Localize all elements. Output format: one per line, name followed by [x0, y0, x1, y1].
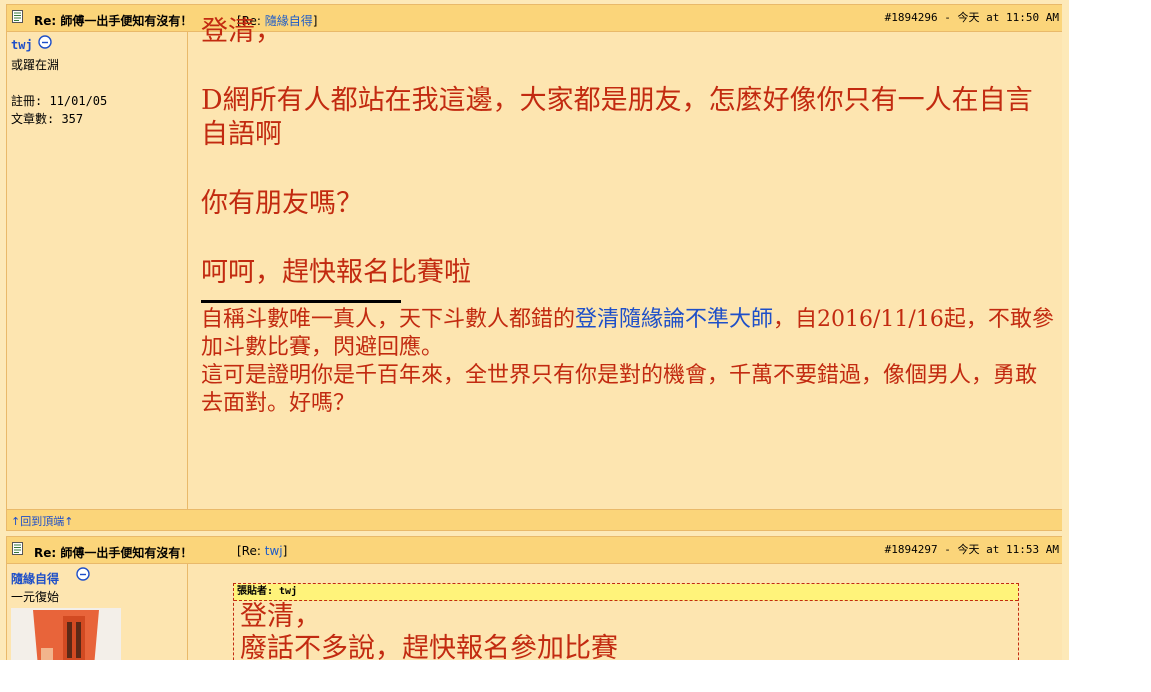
thread-view: Re: 師傅一出手便知有沒有！ [Re: 隨緣自得] #1894296 - 今天…: [0, 0, 1069, 660]
post-body: 登清， D網所有人都站在我這邊，大家都是朋友，怎麼好像你只有一人在自言自語啊 你…: [201, 15, 1056, 418]
post-title[interactable]: Re: 師傅一出手便知有沒有！: [34, 12, 192, 29]
online-status-icon: [38, 35, 52, 49]
quote-line: 廢話不多說，趕快報名參加比賽: [240, 633, 618, 660]
user-column: 隨緣自得 一元復始: [7, 564, 188, 660]
user-title: 一元復始: [11, 590, 60, 604]
user-registered: 註冊: 11/01/05: [11, 94, 108, 108]
post-title[interactable]: Re: 師傅一出手便知有沒有！: [34, 544, 192, 561]
post-doc-icon: [12, 10, 23, 23]
signature: 自稱斗數唯一真人，天下斗數人都錯的登清隨緣論不準大師，自2016/11/16起，…: [201, 307, 1054, 360]
reply-to-link[interactable]: twj: [265, 544, 283, 558]
post-doc-icon: [12, 542, 23, 555]
post-line: D網所有人都站在我這邊，大家都是朋友，怎麼好像你只有一人在自言自語啊: [201, 85, 1033, 150]
quote-header: 張貼者: twj: [234, 584, 1018, 601]
signature-line-2: 這可是證明你是千百年來，全世界只有你是對的機會，千萬不要錯過，像個男人，勇敢去面…: [201, 363, 1038, 416]
post-line: 呵呵，趕快報名比賽啦: [201, 257, 471, 288]
user-title: 或躍在淵: [11, 58, 60, 72]
reply-to: [Re: twj]: [237, 544, 288, 558]
user-post-count: 文章數: 357: [11, 112, 84, 126]
signature-link[interactable]: 登清隨緣論不準大師: [575, 307, 773, 332]
quote-line: 登清，: [240, 601, 321, 632]
signature-divider: [201, 300, 401, 303]
post-line: 登清，: [201, 16, 282, 47]
post-footer: ↑回到頂端↑: [7, 509, 1063, 530]
username-link[interactable]: twj: [11, 38, 33, 52]
post-line: 你有朋友嗎？: [201, 188, 363, 219]
post-1894297: Re: 師傅一出手便知有沒有！ [Re: twj] #1894297 - 今天 …: [6, 536, 1064, 660]
back-to-top-link[interactable]: ↑回到頂端↑: [11, 513, 73, 529]
online-status-icon: [76, 567, 90, 581]
quote-block: 張貼者: twj 登清， 廢話不多說，趕快報名參加比賽: [233, 583, 1019, 660]
avatar-image: [11, 608, 121, 660]
avatar[interactable]: [11, 608, 121, 660]
username-link[interactable]: 隨緣自得: [11, 570, 59, 587]
frame-edge: [1062, 0, 1069, 660]
post-1894296: Re: 師傅一出手便知有沒有！ [Re: 隨緣自得] #1894296 - 今天…: [6, 4, 1064, 531]
post-meta: #1894297 - 今天 at 11:53 AM: [884, 543, 1059, 556]
user-column: twj 或躍在淵 註冊: 11/01/05 文章數: 357: [7, 32, 188, 510]
user-stats: 註冊: 11/01/05 文章數: 357: [11, 92, 107, 128]
post-header: Re: 師傅一出手便知有沒有！ [Re: twj] #1894297 - 今天 …: [7, 537, 1063, 564]
